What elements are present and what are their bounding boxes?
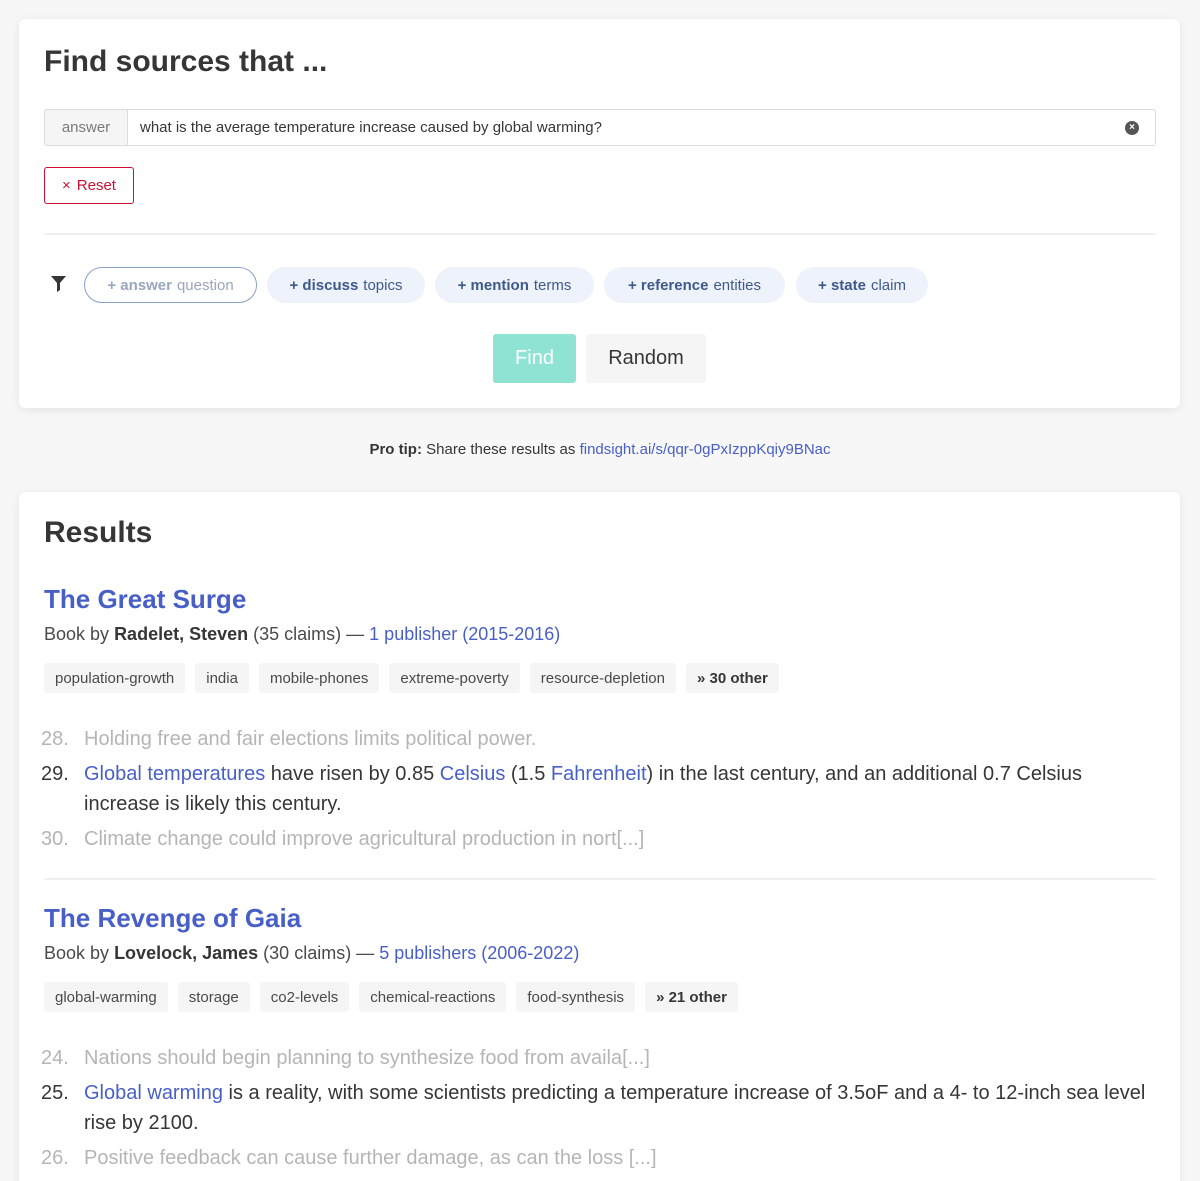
result-divider	[44, 878, 1156, 880]
claim-number: 25.	[41, 1082, 69, 1104]
claim-text: Global warming is a reality, with some s…	[84, 1078, 1161, 1138]
tag[interactable]: global-warming	[44, 982, 168, 1012]
claim-number: 28.	[41, 728, 69, 750]
chip-noun: topics	[363, 276, 403, 294]
filter-icon	[51, 276, 66, 292]
chip-answer-question[interactable]: + answer question	[84, 267, 257, 303]
result-type: Book by	[44, 624, 110, 644]
close-icon: ×	[62, 177, 71, 194]
chip-verb: + mention	[457, 276, 529, 294]
query-type-addon: answer	[44, 109, 127, 146]
tag[interactable]: food-synthesis	[516, 982, 636, 1012]
tag-list: global-warming storage co2-levels chemic…	[44, 982, 738, 1012]
tag[interactable]: chemical-reactions	[359, 982, 507, 1012]
result-byline: Book by Lovelock, James (30 claims) — 5 …	[44, 943, 579, 964]
claim-text: Global temperatures have risen by 0.85 C…	[84, 759, 1161, 819]
divider	[44, 233, 1156, 235]
claim-item: 28. Holding free and fair elections limi…	[41, 724, 1161, 754]
claim-text: Climate change could improve agricultura…	[84, 828, 645, 850]
tag[interactable]: resource-depletion	[529, 663, 676, 693]
result-author[interactable]: Radelet, Steven	[114, 624, 248, 644]
tag[interactable]: population-growth	[44, 663, 186, 693]
chip-verb: + reference	[627, 276, 709, 294]
claim-text-part: (1.5	[505, 763, 551, 785]
claim-link[interactable]: Fahrenheit	[551, 763, 647, 785]
claim-text-part: have risen by 0.85	[265, 763, 440, 785]
tag[interactable]: extreme-poverty	[389, 663, 520, 693]
claim-link[interactable]: Celsius	[440, 763, 506, 785]
pro-tip-label: Pro tip:	[369, 441, 422, 458]
results-title: Results	[44, 516, 153, 549]
claim-text: Holding free and fair elections limits p…	[84, 728, 537, 750]
tag-list: population-growth india mobile-phones ex…	[44, 663, 779, 693]
result-byline: Book by Radelet, Steven (35 claims) — 1 …	[44, 624, 560, 645]
chip-verb: + state	[818, 276, 866, 294]
claim-item: 30. Climate change could improve agricul…	[41, 824, 1161, 854]
claim-link[interactable]: Global warming	[84, 1082, 223, 1104]
claim-number: 24.	[41, 1047, 69, 1069]
pro-tip: Pro tip: Share these results as findsigh…	[0, 441, 1200, 458]
claim-number: 29.	[41, 763, 69, 785]
result-type: Book by	[44, 943, 110, 963]
pro-tip-text: Share these results as	[426, 441, 576, 458]
claim-text: Positive feedback can cause further dama…	[84, 1147, 657, 1169]
more-tags[interactable]: » 21 other	[645, 982, 738, 1012]
tag[interactable]: co2-levels	[259, 982, 350, 1012]
results-card: Results The Great Surge Book by Radelet,…	[19, 492, 1180, 1181]
more-tags[interactable]: » 30 other	[685, 663, 779, 693]
chip-verb: + answer	[107, 276, 172, 294]
chip-verb: + discuss	[289, 276, 359, 294]
claim-text-part: is a reality, with some scientists predi…	[84, 1082, 1146, 1134]
chip-mention-terms[interactable]: + mention terms	[435, 267, 594, 303]
claim-number: 30.	[41, 828, 69, 850]
chip-state-claim[interactable]: + state claim	[796, 267, 928, 303]
search-card: Find sources that ... answer what is the…	[19, 19, 1180, 408]
claim-item: 24. Nations should begin planning to syn…	[41, 1043, 1161, 1073]
tag[interactable]: mobile-phones	[258, 663, 380, 693]
claim-link[interactable]: Global temperatures	[84, 763, 265, 785]
result-title[interactable]: The Revenge of Gaia	[44, 903, 301, 934]
chip-noun: question	[176, 276, 234, 294]
query-value: what is the average temperature increase…	[140, 119, 602, 136]
result-claims-count: (30 claims) —	[263, 943, 375, 963]
claim-text: Nations should begin planning to synthes…	[84, 1047, 650, 1069]
result-publishers[interactable]: 5 publishers (2006-2022)	[379, 943, 579, 963]
result-author[interactable]: Lovelock, James	[114, 943, 258, 963]
tag[interactable]: india	[195, 663, 249, 693]
query-input[interactable]: what is the average temperature increase…	[127, 109, 1156, 146]
find-button[interactable]: Find	[493, 334, 576, 383]
result-title[interactable]: The Great Surge	[44, 584, 246, 615]
tag[interactable]: storage	[177, 982, 250, 1012]
query-row: answer what is the average temperature i…	[44, 109, 1156, 146]
result-publishers[interactable]: 1 publisher (2015-2016)	[369, 624, 560, 644]
chip-noun: entities	[713, 276, 761, 294]
chip-noun: claim	[870, 276, 906, 294]
search-title: Find sources that ...	[44, 45, 328, 78]
reset-label: Reset	[76, 177, 116, 194]
chip-reference-entities[interactable]: + reference entities	[604, 267, 785, 303]
clear-icon[interactable]: ×	[1125, 121, 1139, 135]
claim-number: 26.	[41, 1147, 69, 1169]
claim-item: 26. Positive feedback can cause further …	[41, 1143, 1161, 1173]
claim-item-highlighted: 29. Global temperatures have risen by 0.…	[41, 759, 1161, 819]
share-link[interactable]: findsight.ai/s/qqr-0gPxIzppKqiy9BNac	[580, 441, 831, 458]
chip-noun: terms	[533, 276, 572, 294]
chip-discuss-topics[interactable]: + discuss topics	[267, 267, 425, 303]
claim-item-highlighted: 25. Global warming is a reality, with so…	[41, 1078, 1161, 1138]
random-button[interactable]: Random	[586, 334, 706, 383]
reset-button[interactable]: × Reset	[44, 167, 134, 204]
result-claims-count: (35 claims) —	[253, 624, 365, 644]
